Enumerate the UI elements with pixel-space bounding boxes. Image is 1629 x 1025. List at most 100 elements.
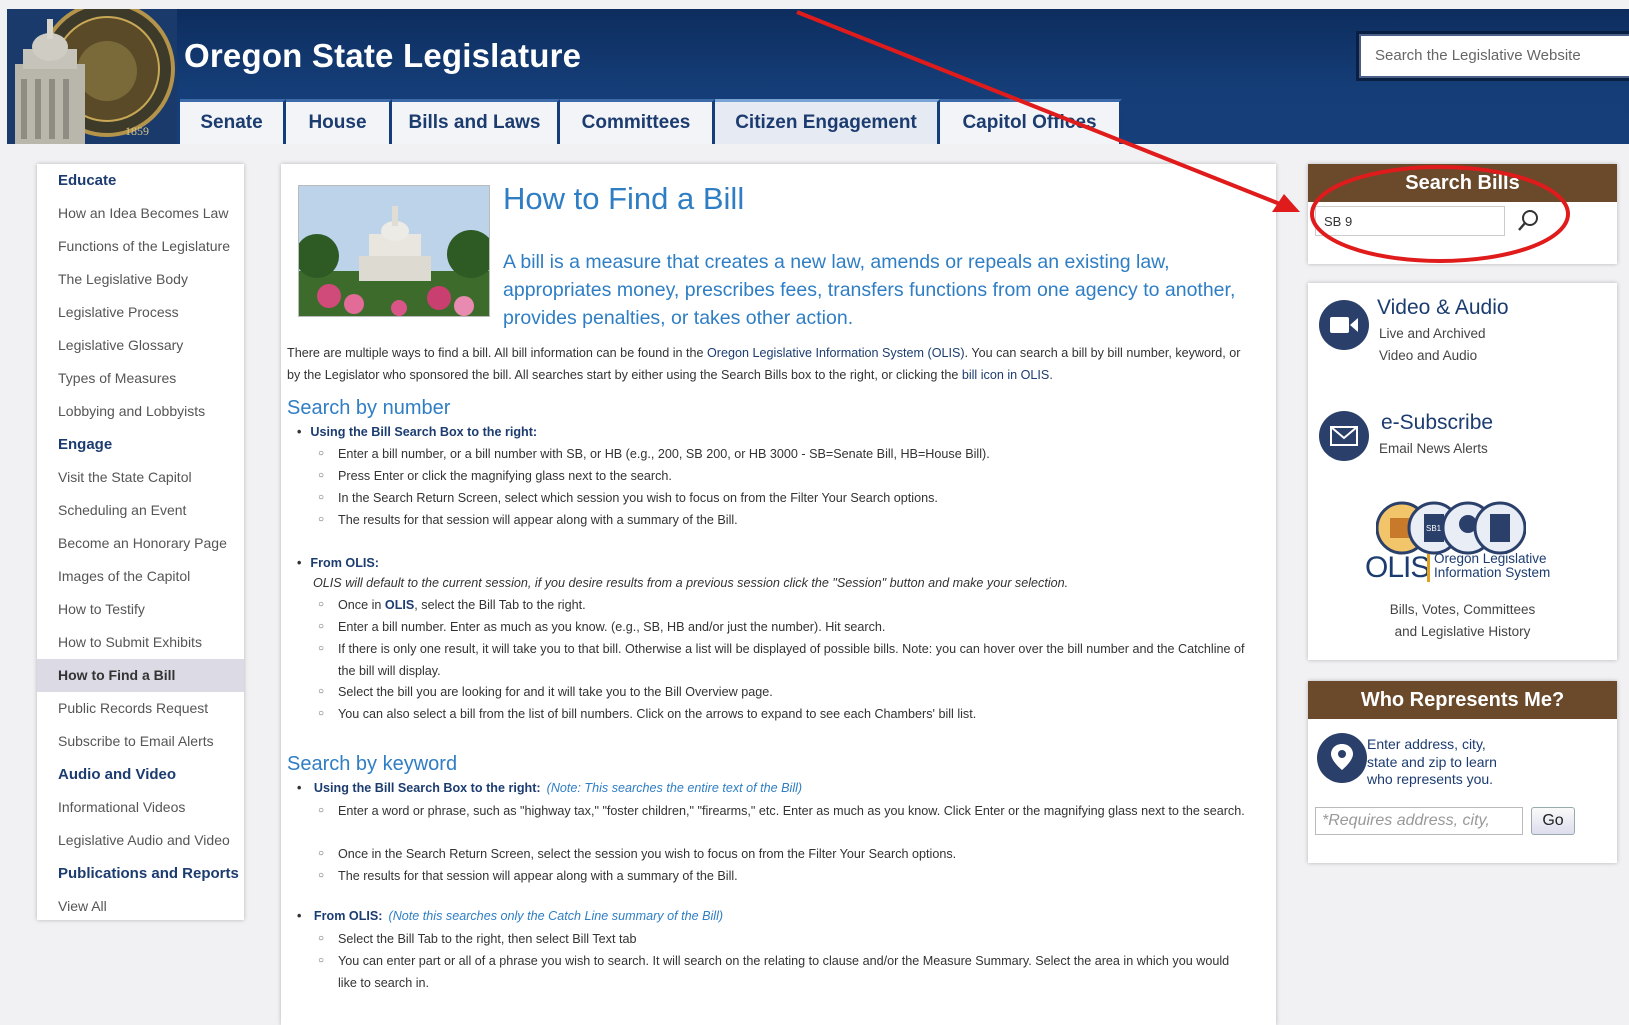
search-bills-panel: Search Bills SB 9: [1308, 164, 1617, 264]
svg-text:1859: 1859: [125, 124, 149, 138]
state-seal-logo[interactable]: 1859: [7, 9, 177, 144]
video-audio-link[interactable]: Video & Audio: [1377, 296, 1509, 320]
bullet-bill-search-box: Using the Bill Search Box to the right:: [297, 425, 537, 439]
list-item: You can enter part or all of a phrase yo…: [318, 950, 1248, 994]
sidebar-heading-audio-video[interactable]: Audio and Video: [37, 758, 244, 791]
bullet-note: (Note: This searches the entire text of …: [546, 781, 803, 795]
section-title-search-by-number: Search by number: [287, 397, 451, 419]
tab-citizen-engagement[interactable]: Citizen Engagement: [715, 99, 940, 144]
main-navigation: Senate House Bills and Laws Committees C…: [180, 99, 1122, 144]
sidebar-item-glossary[interactable]: Legislative Glossary: [37, 329, 244, 362]
olis-subtitle-2: and Legislative History: [1394, 624, 1531, 639]
sidebar-item-submit-exhibits[interactable]: How to Submit Exhibits: [37, 626, 244, 659]
resources-panel: Video & Audio Live and Archived Video an…: [1308, 283, 1617, 660]
sidebar-heading-educate[interactable]: Educate: [37, 164, 244, 197]
list-item-text: Once in: [338, 598, 385, 612]
list-item: Select the bill you are looking for and …: [318, 681, 1248, 703]
list-item: In the Search Return Screen, select whic…: [318, 487, 1248, 509]
site-search-input[interactable]: Search the Legislative Website: [1359, 34, 1629, 78]
who-represents-me-title: Who Represents Me?: [1308, 681, 1617, 719]
bullet-bill-search-box-keyword: Using the Bill Search Box to the right: (…: [297, 781, 802, 795]
bullet-label: From OLIS: [313, 909, 379, 923]
sidebar-item-informational-videos[interactable]: Informational Videos: [37, 791, 244, 824]
e-subscribe-link[interactable]: e-Subscribe: [1381, 411, 1493, 435]
intro-paragraph: There are multiple ways to find a bill. …: [287, 342, 1257, 386]
video-subtitle-2: Video and Audio: [1379, 348, 1478, 363]
svg-text:SB1: SB1: [1426, 524, 1442, 533]
page-title: How to Find a Bill: [503, 181, 745, 216]
tab-capitol-offices[interactable]: Capitol Offices: [940, 99, 1122, 144]
tab-bills-and-laws[interactable]: Bills and Laws: [392, 99, 560, 144]
section-title-search-by-keyword: Search by keyword: [287, 753, 458, 775]
olis-link-bold[interactable]: OLIS: [385, 598, 414, 612]
envelope-icon[interactable]: [1319, 411, 1369, 461]
sidebar-heading-engage[interactable]: Engage: [37, 428, 244, 461]
intro-text-1: There are multiple ways to find a bill. …: [287, 346, 708, 360]
sidebar-item-functions[interactable]: Functions of the Legislature: [37, 230, 244, 263]
who-represents-me-text: Enter address, city, state and zip to le…: [1367, 736, 1497, 787]
sidebar-item-honorary-page[interactable]: Become an Honorary Page: [37, 527, 244, 560]
olis-logo-wordmark: OLIS: [1365, 551, 1430, 584]
olis-session-note: OLIS will default to the current session…: [313, 576, 1069, 590]
olis-logo-divider: [1427, 554, 1430, 582]
bill-icon-link[interactable]: bill icon in OLIS: [962, 368, 1050, 382]
olis-link[interactable]: Oregon Legislative Information System (O…: [707, 346, 965, 360]
sidebar-item-email-alerts[interactable]: Subscribe to Email Alerts: [37, 725, 244, 758]
sidebar-item-how-to-testify[interactable]: How to Testify: [37, 593, 244, 626]
e-subscribe-subtitle: Email News Alerts: [1379, 441, 1488, 456]
sidebar-item-public-records[interactable]: Public Records Request: [37, 692, 244, 725]
bill-search-input[interactable]: SB 9: [1315, 206, 1505, 236]
bullet-note: (Note this searches only the Catch Line …: [388, 909, 724, 923]
sidebar-item-types-of-measures[interactable]: Types of Measures: [37, 362, 244, 395]
map-pin-icon: [1317, 733, 1367, 783]
sidebar-item-view-all[interactable]: View All: [37, 890, 244, 923]
video-camera-icon[interactable]: [1319, 300, 1369, 350]
list-item: Enter a word or phrase, such as "highway…: [318, 800, 1248, 822]
sidebar-item-how-to-find-a-bill[interactable]: How to Find a Bill: [37, 659, 244, 692]
olis-logo-line-1: Oregon Legislative: [1434, 551, 1547, 566]
sidebar-item-visit-capitol[interactable]: Visit the State Capitol: [37, 461, 244, 494]
olis-icons-graphic[interactable]: SB1: [1375, 500, 1527, 556]
lead-paragraph: A bill is a measure that creates a new l…: [503, 251, 1236, 329]
video-subtitle-1: Live and Archived: [1379, 326, 1486, 341]
bullet-label: Using the Bill Search Box to the right:: [313, 781, 541, 795]
list-item: You can also select a bill from the list…: [318, 703, 1248, 725]
sidebar-item-images-of-capitol[interactable]: Images of the Capitol: [37, 560, 244, 593]
olis-subtitle-1: Bills, Votes, Committees: [1389, 602, 1536, 617]
list-item: Enter a bill number. Enter as much as yo…: [318, 616, 1248, 638]
site-title[interactable]: Oregon State Legislature: [184, 37, 581, 75]
bullet-from-olis-keyword: From OLIS:(Note this searches only the C…: [297, 909, 723, 923]
main-content: How to Find a Bill A bill is a measure t…: [281, 164, 1276, 1025]
list-item: The results for that session will appear…: [318, 865, 1248, 887]
sidebar-item-how-an-idea-becomes-law[interactable]: How an Idea Becomes Law: [37, 197, 244, 230]
tab-senate[interactable]: Senate: [180, 99, 286, 144]
list-item: Once in the Search Return Screen, select…: [318, 843, 1248, 865]
list-item: Enter a bill number, or a bill number wi…: [318, 443, 1248, 465]
intro-text-3: .: [1049, 368, 1053, 382]
who-represents-me-panel: Who Represents Me? Enter address, city, …: [1308, 681, 1617, 863]
tab-committees[interactable]: Committees: [560, 99, 715, 144]
address-input[interactable]: *Requires address, city,: [1315, 807, 1523, 835]
sidebar-item-legislative-audio-video[interactable]: Legislative Audio and Video: [37, 824, 244, 857]
magnifier-icon[interactable]: [1515, 208, 1541, 234]
sidebar-item-legislative-process[interactable]: Legislative Process: [37, 296, 244, 329]
list-item: If there is only one result, it will tak…: [318, 638, 1248, 682]
tab-house[interactable]: House: [286, 99, 392, 144]
list-item: Press Enter or click the magnifying glas…: [318, 465, 1248, 487]
sidebar-item-scheduling-event[interactable]: Scheduling an Event: [37, 494, 244, 527]
sidebar-item-lobbying[interactable]: Lobbying and Lobbyists: [37, 395, 244, 428]
sidebar-heading-publications[interactable]: Publications and Reports: [37, 857, 244, 890]
capitol-photo: [298, 185, 490, 317]
sidebar-item-legislative-body[interactable]: The Legislative Body: [37, 263, 244, 296]
annotation-arrowhead: [1272, 194, 1300, 212]
list-item-text: , select the Bill Tab to the right.: [414, 598, 586, 612]
list-item: The results for that session will appear…: [318, 509, 1248, 531]
sidebar-nav: Educate How an Idea Becomes Law Function…: [37, 164, 244, 920]
search-bills-title: Search Bills: [1308, 164, 1617, 202]
go-button[interactable]: Go: [1531, 807, 1575, 835]
olis-logo-line-2: Information System: [1434, 565, 1551, 580]
list-item: Select the Bill Tab to the right, then s…: [318, 928, 1248, 950]
list-item: Once in OLIS, select the Bill Tab to the…: [318, 594, 1248, 616]
bullet-from-olis: From OLIS:: [297, 556, 379, 570]
olis-logo[interactable]: OLIS Oregon Legislative Information Syst…: [1365, 551, 1565, 585]
